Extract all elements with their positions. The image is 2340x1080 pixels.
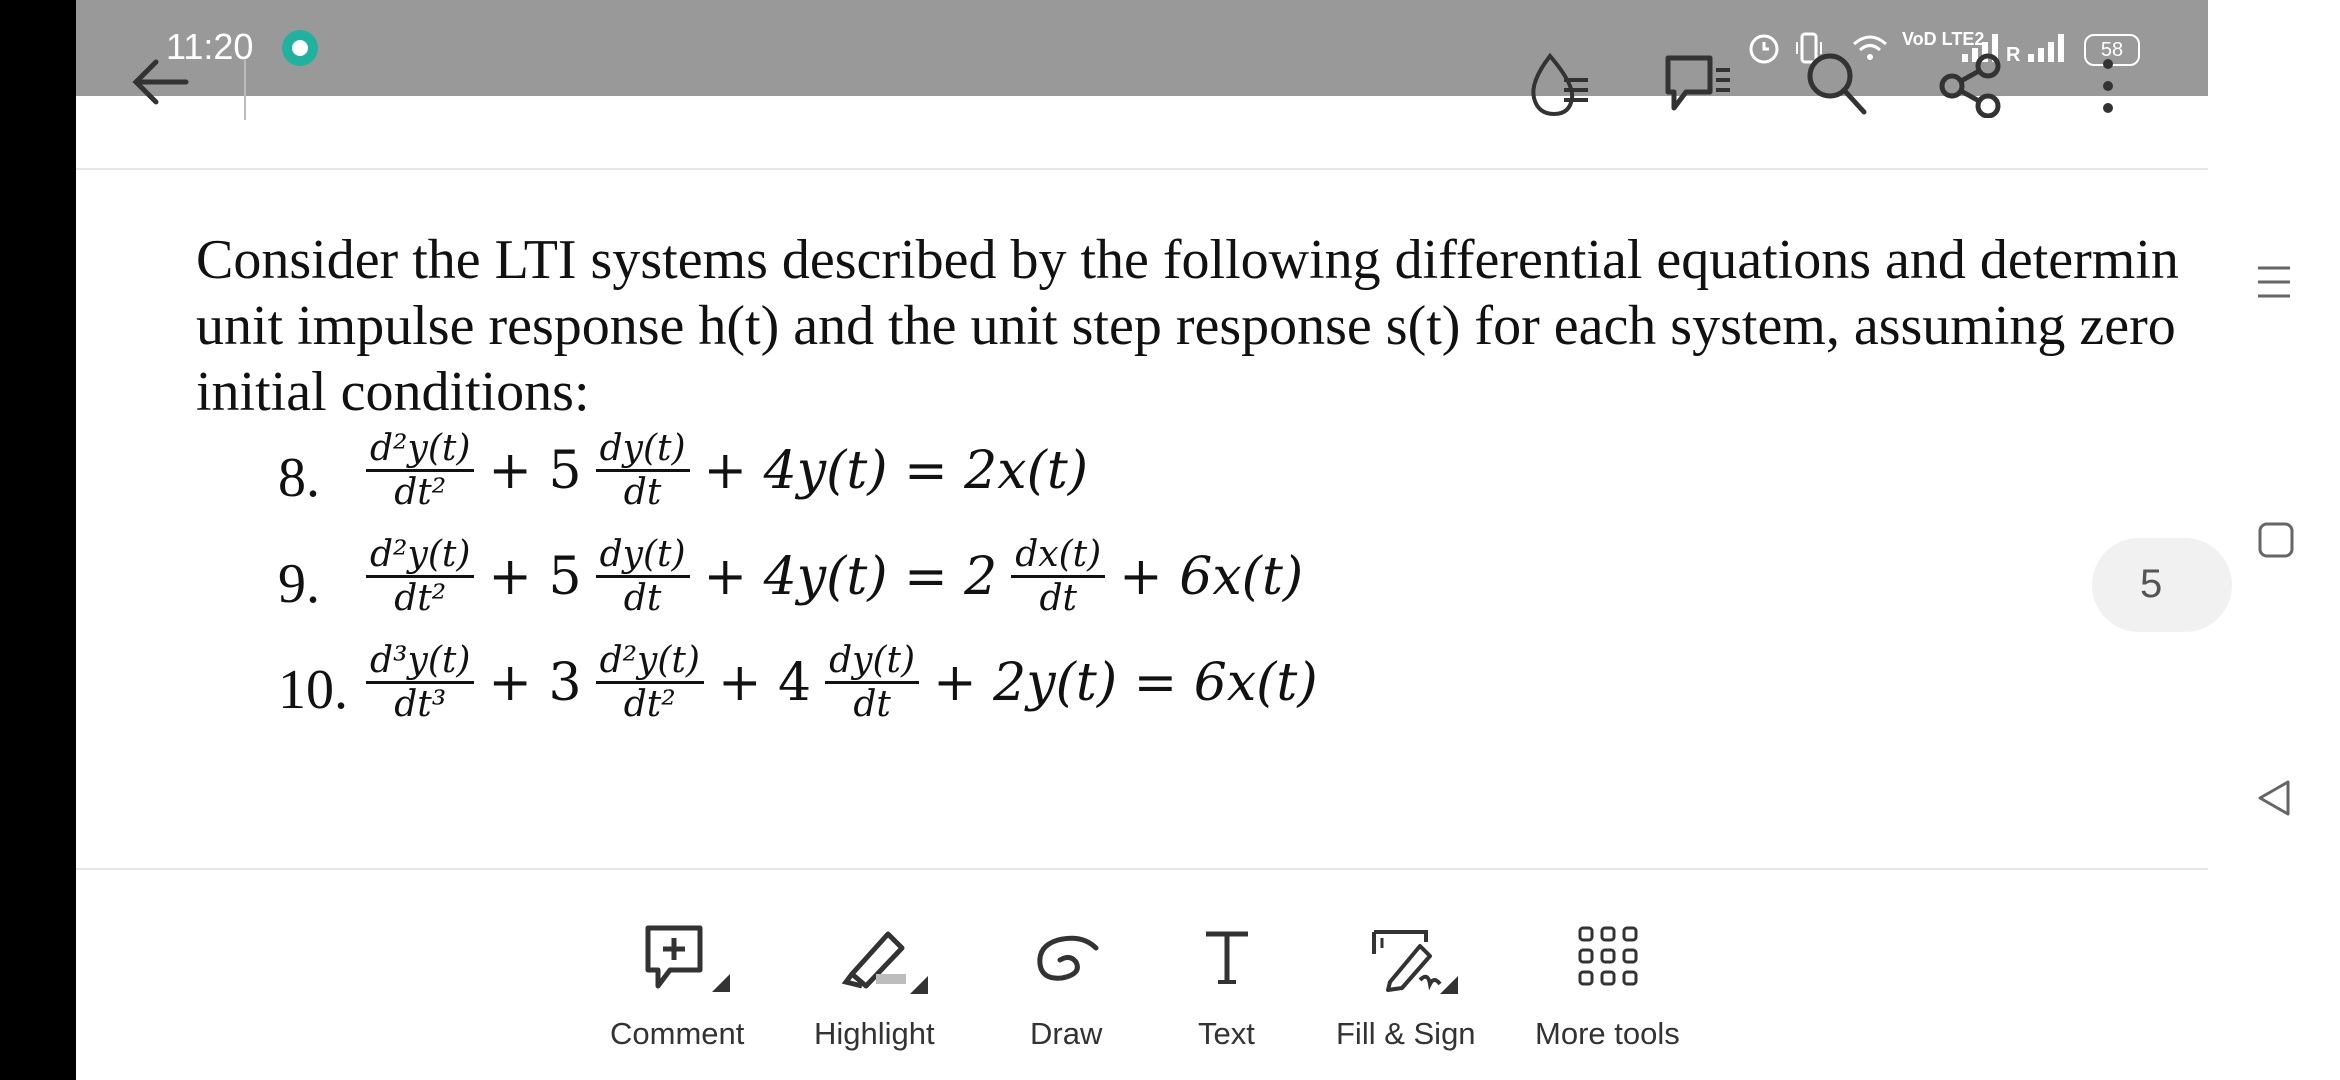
term: + 4 bbox=[717, 652, 812, 713]
fraction: dy(t) dt bbox=[825, 640, 920, 725]
roaming-indicator: R bbox=[2006, 44, 2021, 66]
frac-num: dx(t) bbox=[1011, 534, 1106, 578]
fraction: dy(t) dt bbox=[595, 534, 690, 619]
frac-num: d²y(t) bbox=[366, 534, 475, 578]
home-icon[interactable] bbox=[2256, 520, 2296, 560]
fraction: d²y(t) dt² bbox=[595, 640, 704, 725]
draw-squiggle-icon bbox=[1037, 935, 1099, 981]
grid-icon bbox=[1578, 926, 1638, 986]
frac-num: dy(t) bbox=[595, 428, 690, 472]
equation-number: 8. bbox=[278, 447, 320, 509]
equation-9: d²y(t) dt² + 5 dy(t) dt + 4y(t) = 2 dx(t) d… bbox=[360, 534, 1311, 619]
cursor-line bbox=[244, 60, 246, 120]
page-divider-top bbox=[76, 168, 2208, 170]
equation-number: 9. bbox=[278, 553, 320, 615]
page-divider-bottom bbox=[76, 868, 2208, 870]
more-tools-label: More tools bbox=[1535, 1016, 1680, 1051]
comment-label: Comment bbox=[610, 1016, 745, 1051]
left-edge bbox=[0, 0, 76, 1080]
comments-list-icon[interactable] bbox=[1664, 52, 1734, 116]
more-options-icon[interactable] bbox=[2096, 56, 2120, 116]
highlight-label: Highlight bbox=[814, 1016, 935, 1051]
term: + 4y(t) = 2x(t) bbox=[703, 440, 1089, 501]
frac-num: d³y(t) bbox=[366, 640, 475, 684]
alarm-icon bbox=[1749, 34, 1779, 64]
fill-sign-tool[interactable]: Fill & Sign bbox=[1330, 920, 1480, 1060]
recent-apps-icon[interactable] bbox=[2254, 262, 2294, 302]
frac-num: dy(t) bbox=[595, 534, 690, 578]
frac-den: dt bbox=[623, 578, 662, 619]
equation-10: d³y(t) dt³ + 3 d²y(t) dt² + 4 dy(t) dt + 2y… bbox=[360, 640, 1326, 725]
draw-label: Draw bbox=[1030, 1016, 1103, 1051]
frac-den: dt² bbox=[394, 472, 447, 513]
share-icon[interactable] bbox=[1938, 52, 2004, 118]
term: + 2y(t) = 6x(t) bbox=[933, 652, 1318, 713]
draw-tool[interactable]: Draw bbox=[1010, 920, 1120, 1060]
fraction: dx(t) dt bbox=[1011, 534, 1106, 619]
fraction: dy(t) dt bbox=[595, 428, 690, 513]
text-t-icon bbox=[1206, 931, 1248, 984]
fraction: d²y(t) dt² bbox=[366, 428, 475, 513]
more-tools-button[interactable]: More tools bbox=[1530, 920, 1690, 1060]
comment-tool[interactable]: Comment bbox=[600, 920, 760, 1060]
frac-den: dt² bbox=[623, 684, 676, 725]
term: + 6x(t) bbox=[1119, 546, 1304, 607]
frac-den: dt bbox=[623, 472, 662, 513]
frac-den: dt bbox=[1039, 578, 1077, 619]
paragraph-line: Consider the LTI systems described by th… bbox=[196, 229, 2179, 291]
fill-sign-label: Fill & Sign bbox=[1336, 1016, 1476, 1051]
back-nav-icon[interactable] bbox=[2254, 778, 2294, 818]
term: + 5 bbox=[488, 546, 582, 607]
paragraph-line: initial conditions: bbox=[196, 361, 590, 423]
text-label: Text bbox=[1198, 1016, 1255, 1051]
chat-notification-icon bbox=[282, 30, 318, 66]
frac-num: dy(t) bbox=[825, 640, 920, 684]
liquid-mode-icon[interactable] bbox=[1524, 50, 1594, 120]
equation-number: 10. bbox=[278, 659, 348, 721]
highlight-tool[interactable]: Highlight bbox=[800, 920, 960, 1060]
frac-den: dt bbox=[853, 684, 891, 725]
fraction: d²y(t) dt² bbox=[366, 534, 475, 619]
term: + 3 bbox=[488, 652, 582, 713]
tool-options-arrow bbox=[712, 974, 730, 992]
search-icon[interactable] bbox=[1804, 50, 1868, 116]
page-number-badge[interactable]: 5 bbox=[2092, 538, 2232, 632]
fraction: d³y(t) dt³ bbox=[366, 640, 475, 725]
text-tool[interactable]: Text bbox=[1180, 920, 1270, 1060]
frac-den: dt³ bbox=[394, 684, 447, 725]
term: + 4y(t) = 2 bbox=[703, 546, 998, 607]
paragraph-line: unit impulse response h(t) and the unit … bbox=[196, 295, 2176, 357]
signal-icon-2 bbox=[2028, 34, 2064, 62]
term: + 5 bbox=[488, 440, 582, 501]
tool-options-arrow bbox=[910, 976, 928, 994]
frac-num: d²y(t) bbox=[366, 428, 475, 472]
tool-options-arrow bbox=[1440, 976, 1458, 994]
equation-8: d²y(t) dt² + 5 dy(t) dt + 4y(t) = 2x(t) bbox=[360, 428, 1096, 513]
frac-num: d²y(t) bbox=[595, 640, 704, 684]
page-number: 5 bbox=[2140, 562, 2163, 606]
frac-den: dt² bbox=[394, 578, 447, 619]
back-arrow-icon[interactable] bbox=[126, 56, 194, 108]
